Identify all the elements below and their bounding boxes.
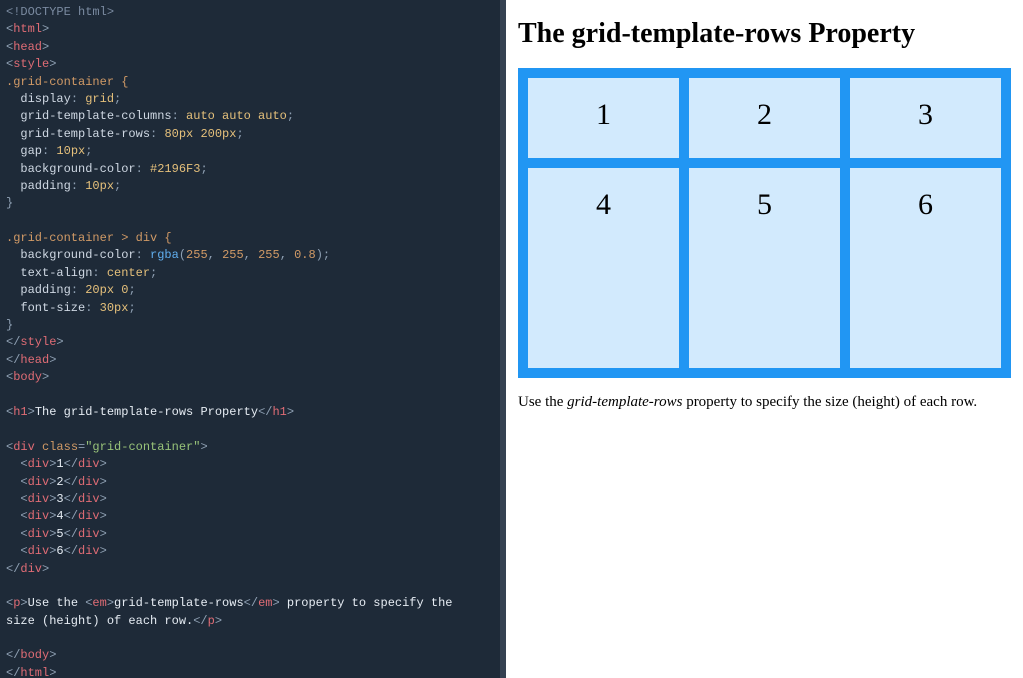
preview-paragraph: Use the grid-template-rows property to s…	[518, 394, 1011, 411]
grid-cell: 6	[850, 168, 1001, 368]
preview-pane: The grid-template-rows Property 1 2 3 4 …	[506, 0, 1023, 678]
code-tag-head: head	[13, 40, 42, 54]
code-tag-html: html	[13, 22, 42, 36]
grid-cell: 4	[528, 168, 679, 368]
grid-cell: 5	[689, 168, 840, 368]
code-editor[interactable]: <!DOCTYPE html> <html> <head> <style> .g…	[0, 0, 500, 678]
grid-cell: 1	[528, 78, 679, 158]
grid-container: 1 2 3 4 5 6	[518, 68, 1011, 378]
preview-em: grid-template-rows	[567, 394, 682, 410]
code-doctype: <!DOCTYPE html>	[6, 5, 114, 19]
app-root: <!DOCTYPE html> <html> <head> <style> .g…	[0, 0, 1023, 678]
css-selector-grid: .grid-container {	[6, 75, 128, 89]
grid-cell: 2	[689, 78, 840, 158]
grid-cell: 3	[850, 78, 1001, 158]
code-tag-body: body	[13, 370, 42, 384]
preview-heading: The grid-template-rows Property	[518, 18, 1011, 50]
code-tag-style: style	[13, 57, 49, 71]
css-selector-grid-div: .grid-container > div {	[6, 231, 172, 245]
